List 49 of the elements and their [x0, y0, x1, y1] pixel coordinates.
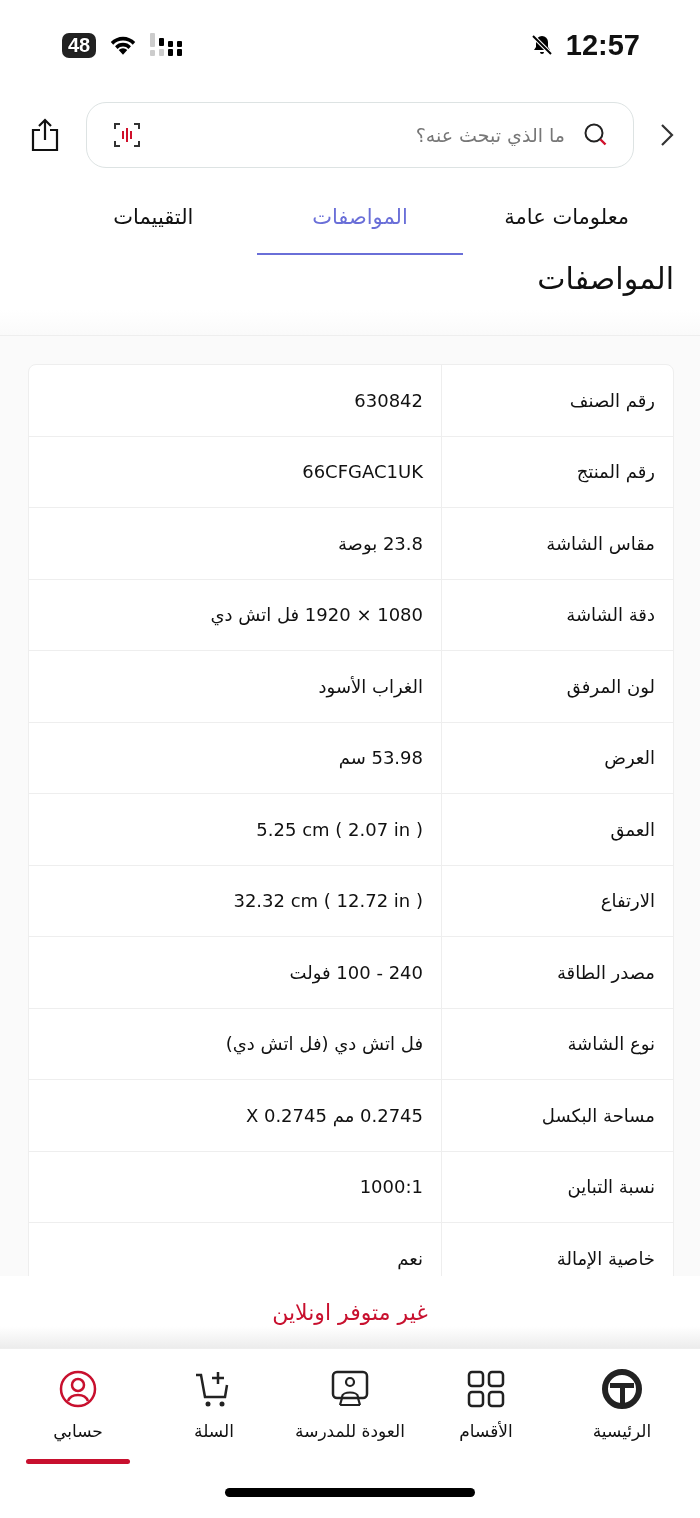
spec-value: 66CFGAC1UK	[302, 461, 423, 483]
spec-value: 5.25 cm ( 2.07 in )	[256, 818, 423, 840]
spec-value: 53.98 سم	[338, 747, 423, 769]
muted-bell-icon	[529, 33, 554, 57]
spec-value: 23.8 بوصة	[337, 532, 423, 554]
battery-indicator: 48	[62, 32, 97, 58]
clock-time: 12:57	[565, 28, 640, 62]
chevron-right-icon[interactable]	[660, 123, 674, 147]
spec-label: نوع الشاشة	[567, 1033, 655, 1055]
spec-value: 1080 × 1920 فل اتش دي	[210, 604, 423, 626]
nav-item[interactable]: حسابي	[10, 1349, 146, 1474]
nav-item[interactable]: الرئيسية	[554, 1349, 690, 1474]
logo-icon	[602, 1369, 642, 1409]
spec-value: الغراب الأسود	[318, 675, 423, 697]
share-icon[interactable]	[30, 118, 60, 152]
teacher-board-icon	[330, 1369, 370, 1409]
nav-item[interactable]: السلة	[146, 1349, 282, 1474]
tab[interactable]: معلومات عامة	[463, 180, 670, 255]
tab[interactable]: المواصفات	[256, 180, 464, 255]
search-icon	[583, 122, 609, 148]
availability-text: غير متوفر اونلاين	[272, 1299, 428, 1325]
spec-label: نسبة التباين	[567, 1176, 655, 1198]
spec-label: مصدر الطاقة	[556, 961, 655, 983]
spec-value: 240 - 100 فولت	[289, 961, 423, 983]
spec-label: رقم المنتج	[576, 461, 655, 483]
spec-label: العرض	[604, 747, 655, 769]
account-icon	[58, 1369, 98, 1409]
spec-label: دقة الشاشة	[566, 604, 655, 626]
spec-label: خاصية الإمالة	[556, 1247, 655, 1269]
grid-icon	[466, 1369, 506, 1409]
spec-value: فل اتش دي (فل اتش دي)	[225, 1033, 423, 1055]
spec-label: رقم الصنف	[569, 389, 655, 411]
spec-value: 0.2745 مم X 0.2745	[245, 1104, 423, 1126]
spec-label: الارتفاع	[600, 890, 655, 912]
barcode-scan-icon[interactable]	[113, 121, 141, 149]
search-bar[interactable]: ما الذي تبحث عنه؟	[86, 102, 634, 168]
search-input[interactable]: ما الذي تبحث عنه؟	[157, 123, 567, 147]
spec-value: 32.32 cm ( 12.72 in )	[233, 890, 423, 912]
nav-item[interactable]: الأقسام	[418, 1349, 554, 1474]
spec-value: نعم	[397, 1247, 423, 1269]
spec-label: مساحة البكسل	[541, 1104, 655, 1126]
spec-value: 630842	[354, 389, 423, 411]
spec-label: لون المرفق	[566, 675, 655, 697]
tab[interactable]: التقييمات	[50, 180, 257, 255]
spec-label: مقاس الشاشة	[546, 532, 655, 554]
section-title: المواصفات	[536, 260, 675, 298]
nav-item[interactable]: العودة للمدرسة	[282, 1349, 418, 1474]
spec-label: العمق	[610, 818, 655, 840]
spec-value: 1000:1	[359, 1176, 423, 1198]
